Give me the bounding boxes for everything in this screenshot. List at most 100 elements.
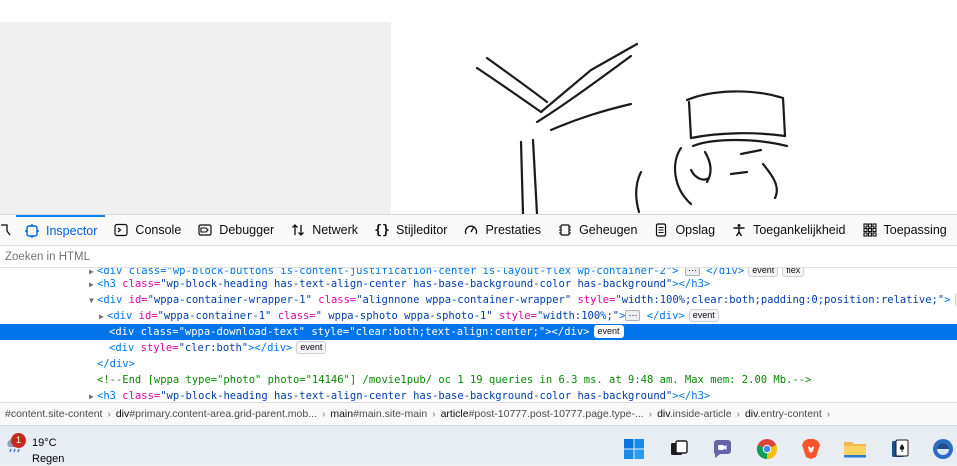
tab-label: Console — [135, 223, 181, 237]
node-tag: <div — [97, 294, 122, 306]
markup-node[interactable]: <div style="cler:both"></div>event — [0, 340, 957, 356]
tab-storage[interactable]: Opslag — [645, 215, 723, 246]
tab-memory[interactable]: Geheugen — [549, 215, 645, 246]
markup-node[interactable]: ▶<h3 class="wp-block-heading has-text-al… — [0, 276, 957, 292]
attr-name: class= — [122, 390, 160, 402]
markup-node-selected[interactable]: <div class="wppa-download-text" style="c… — [0, 324, 957, 340]
node-tag: <div — [109, 326, 134, 338]
markup-node[interactable]: ▶<h3 class="wp-block-heading has-text-al… — [0, 388, 957, 402]
breadcrumb-item[interactable]: main#main.site-main — [325, 408, 432, 420]
html-search-bar — [0, 246, 957, 268]
breadcrumb-item[interactable]: div.entry-content — [740, 408, 827, 420]
collapse-arrow-icon[interactable]: ▼ — [89, 293, 97, 309]
tab-label: Toegankelijkheid — [753, 223, 845, 237]
inspector-icon — [24, 223, 40, 239]
attr-value: "wppa-container-1" — [158, 310, 272, 322]
markup-node[interactable]: ▶<div id="wppa-container-1" class=" wppa… — [0, 308, 957, 324]
weather-widget[interactable]: 1 19°C Regen — [0, 426, 90, 466]
crumb-selector: .inside-article — [670, 408, 732, 420]
app-icon[interactable] — [930, 436, 956, 462]
event-badge[interactable]: event — [594, 325, 624, 338]
breadcrumb-item[interactable]: div#primary.content-area.grid-parent.mob… — [111, 408, 322, 420]
network-icon — [290, 222, 306, 238]
attr-name: class= — [122, 278, 160, 290]
crumb-tag: div — [657, 408, 670, 420]
devtools-toolbar: Inspector Console Debugger Netwerk {} St… — [0, 214, 957, 246]
task-view-icon[interactable] — [666, 436, 692, 462]
attr-name: id= — [139, 310, 158, 322]
tab-performance[interactable]: Prestaties — [455, 215, 549, 246]
expand-arrow-icon[interactable]: ▶ — [89, 277, 97, 293]
tab-application[interactable]: Toepassing — [854, 215, 955, 246]
crumb-tag: main — [330, 408, 353, 420]
windows-start-icon[interactable] — [621, 436, 647, 462]
expand-arrow-icon[interactable]: ▶ — [89, 389, 97, 402]
node-close: ></h3> — [672, 278, 710, 290]
event-badge[interactable]: event — [296, 341, 326, 354]
crumb-selector: #main.site-main — [353, 408, 427, 420]
markup-node[interactable]: ▼<div id="wppa-container-wrapper-1" clas… — [0, 292, 957, 308]
breadcrumb-item[interactable]: #content.site-content — [0, 408, 107, 420]
node-close: > — [944, 294, 950, 306]
application-icon — [862, 222, 878, 238]
tab-network[interactable]: Netwerk — [282, 215, 366, 246]
attr-value: "width:100%;clear:both;padding:0;positio… — [615, 294, 944, 306]
brave-icon[interactable] — [798, 436, 824, 462]
attr-name: style= — [499, 310, 537, 322]
storage-icon — [653, 222, 669, 238]
performance-icon — [463, 222, 479, 238]
tab-debugger[interactable]: Debugger — [189, 215, 282, 246]
node-end: </div> — [647, 310, 685, 322]
tab-label: Opslag — [675, 223, 715, 237]
collapsed-children-button[interactable]: ··· — [625, 310, 640, 321]
breadcrumb-item[interactable]: article#post-10777.post-10777.page.type-… — [436, 408, 649, 420]
style-editor-icon: {} — [374, 222, 390, 238]
chat-icon[interactable] — [709, 436, 735, 462]
sketch-drawing — [391, 22, 957, 214]
crumb-selector: .entry-content — [758, 408, 822, 420]
node-close: ></div> — [545, 326, 589, 338]
attr-name: style= — [141, 342, 179, 354]
node-end: </div> — [97, 358, 135, 370]
element-picker-button[interactable] — [0, 215, 16, 246]
expand-arrow-icon[interactable]: ▶ — [99, 309, 107, 325]
solitaire-icon[interactable] — [887, 436, 913, 462]
page-top-strip — [0, 0, 957, 22]
crumb-selector: #primary.content-area.grid-parent.mob... — [129, 408, 317, 420]
node-tag: <h3 — [97, 390, 116, 402]
file-explorer-icon[interactable] — [842, 436, 868, 462]
tab-label: Stijleditor — [396, 223, 447, 237]
tab-inspector[interactable]: Inspector — [16, 215, 105, 246]
collapsed-children-button[interactable]: ··· — [685, 268, 700, 276]
tab-label: Netwerk — [312, 223, 358, 237]
search-html-input[interactable] — [5, 249, 405, 265]
crumb-tag: article — [441, 408, 469, 420]
event-badge[interactable]: event — [689, 309, 719, 322]
markup-node[interactable]: ▶<div class="wp-block-buttons is-content… — [0, 268, 957, 272]
attr-name: class= — [278, 310, 316, 322]
weather-condition: Regen — [32, 453, 64, 465]
node-tag: <div — [107, 310, 132, 322]
comment-text: <!--End [wppa type="photo" photo="14146"… — [97, 374, 811, 386]
crumb-tag: div — [116, 408, 129, 420]
tab-style-editor[interactable]: {} Stijleditor — [366, 215, 455, 246]
tab-console[interactable]: Console — [105, 215, 189, 246]
attr-value: "wppa-download-text" — [179, 326, 305, 338]
attr-value: "alignnone wppa-container-wrapper" — [356, 294, 571, 306]
debugger-icon — [197, 222, 213, 238]
node-tag: <h3 — [97, 278, 116, 290]
breadcrumb: #content.site-content › div#primary.cont… — [0, 402, 957, 425]
chrome-icon[interactable] — [754, 436, 780, 462]
chevron-right-icon: › — [827, 409, 830, 420]
markup-view[interactable]: ▶<div class="wp-block-buttons is-content… — [0, 268, 957, 402]
attr-value: " wppa-sphoto wppa-sphoto-1" — [316, 310, 493, 322]
markup-node[interactable]: </div> — [0, 356, 957, 372]
tab-accessibility[interactable]: Toegankelijkheid — [723, 215, 853, 246]
attr-name: id= — [129, 294, 148, 306]
breadcrumb-item[interactable]: div.inside-article — [652, 408, 737, 420]
crumb-tag: div — [745, 408, 758, 420]
taskbar: 1 19°C Regen — [0, 425, 957, 465]
markup-comment[interactable]: <!--End [wppa type="photo" photo="14146"… — [0, 372, 957, 388]
attr-name: style= — [311, 326, 349, 338]
tab-label: Debugger — [219, 223, 274, 237]
